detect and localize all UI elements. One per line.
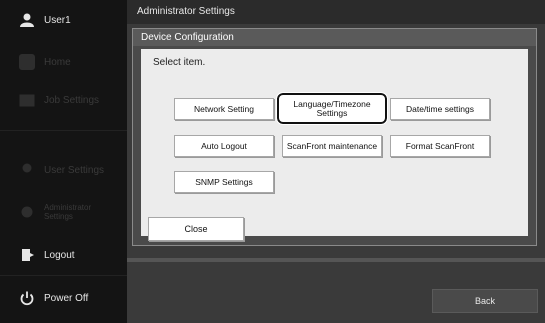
format-scanfront-label: Format ScanFront	[405, 140, 475, 151]
network-setting-button[interactable]: Network Setting	[174, 98, 274, 120]
user-name: User1	[44, 14, 71, 26]
sidebar-item-logout[interactable]: Logout	[0, 243, 127, 267]
sidebar-item-job-settings[interactable]: Job Settings	[0, 88, 127, 112]
job-settings-icon	[18, 91, 36, 109]
back-label: Back	[474, 296, 495, 306]
auto-logout-button[interactable]: Auto Logout	[174, 135, 274, 157]
dialog-title: Device Configuration	[141, 32, 234, 43]
network-setting-label: Network Setting	[194, 103, 254, 114]
footer-divider	[127, 258, 545, 262]
sidebar-item-admin-settings[interactable]: Administrator Settings	[0, 200, 127, 224]
logout-icon	[18, 246, 36, 264]
sidebar-divider	[0, 275, 127, 276]
sidebar-item-label: Administrator Settings	[44, 203, 92, 221]
sidebar-item-label: Power Off	[44, 292, 89, 304]
sidebar-item-label: Home	[44, 56, 71, 68]
close-label: Close	[184, 224, 208, 234]
sidebar-item-label: Logout	[44, 249, 75, 261]
language-timezone-label-line2: Settings	[316, 107, 348, 118]
scanfront-maintenance-label: ScanFront maintenance	[286, 140, 378, 151]
close-button[interactable]: Close	[148, 217, 244, 241]
sidebar-item-user-settings[interactable]: User Settings	[0, 158, 127, 182]
dialog-title-bar: Device Configuration	[133, 29, 536, 46]
device-configuration-dialog: Device Configuration Select item. Networ…	[132, 28, 537, 246]
sidebar-item-label: Job Settings	[44, 94, 100, 106]
admin-settings-icon	[18, 203, 36, 221]
back-button[interactable]: Back	[432, 289, 538, 313]
snmp-settings-button[interactable]: SNMP Settings	[174, 171, 274, 193]
date-time-settings-label: Date/time settings	[405, 103, 475, 114]
sidebar-divider	[0, 130, 127, 131]
snmp-settings-label: SNMP Settings	[195, 176, 253, 187]
sidebar-item-label: User Settings	[44, 164, 105, 176]
auto-logout-label: Auto Logout	[201, 140, 247, 151]
page-title: Administrator Settings	[137, 6, 235, 17]
date-time-settings-button[interactable]: Date/time settings	[390, 98, 490, 120]
sidebar: User1 Home Job Settings User Settings Ad…	[0, 0, 127, 323]
header-bar: Administrator Settings	[127, 0, 545, 24]
select-item-prompt: Select item.	[153, 57, 206, 68]
sidebar-user: User1	[0, 8, 127, 32]
power-icon	[18, 289, 36, 307]
scanfront-maintenance-button[interactable]: ScanFront maintenance	[282, 135, 382, 157]
user-icon	[18, 11, 36, 29]
format-scanfront-button[interactable]: Format ScanFront	[390, 135, 490, 157]
sidebar-item-power-off[interactable]: Power Off	[0, 286, 127, 310]
home-icon	[18, 53, 36, 71]
language-timezone-button[interactable]: Language/Timezone Settings	[276, 92, 388, 125]
user-settings-icon	[18, 161, 36, 179]
dialog-panel: Select item. Network Setting Language/Ti…	[141, 49, 528, 236]
sidebar-item-home[interactable]: Home	[0, 50, 127, 74]
